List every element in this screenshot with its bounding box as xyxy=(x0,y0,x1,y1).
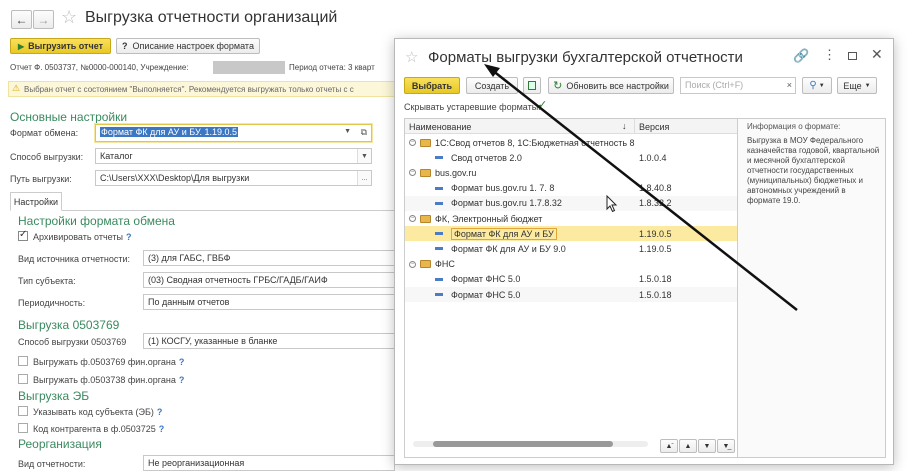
annotation-arrow xyxy=(484,64,798,311)
